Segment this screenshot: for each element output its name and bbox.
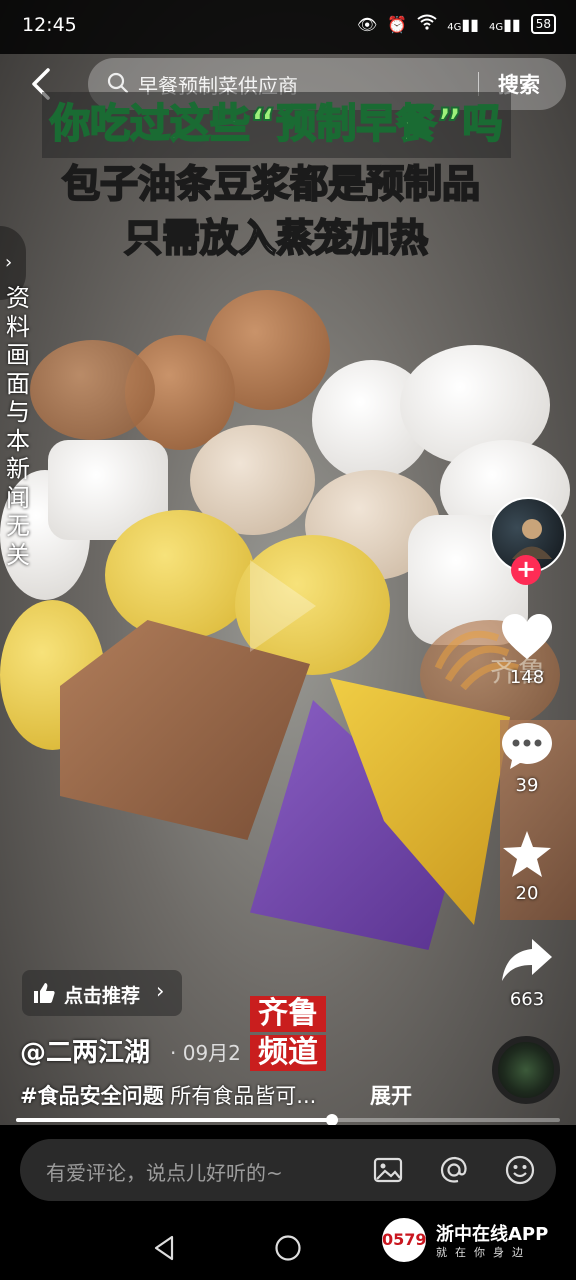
share-icon [502, 939, 552, 981]
status-bar: 12:45 👁 ⏰ 4G▮▮ 4G▮▮ 58 [0, 0, 576, 54]
brand-logo: 0579 [382, 1218, 427, 1262]
share-button[interactable]: 663 [482, 935, 572, 1010]
favorite-count: 20 [515, 883, 539, 904]
heart-icon [502, 614, 552, 659]
battery-icon: 58 [530, 14, 556, 34]
author-name[interactable]: @二两江湖 [20, 1032, 150, 1069]
hashtag-link[interactable]: #食品安全问题 [20, 1084, 164, 1108]
alarm-icon: ⏰ [387, 14, 408, 34]
food-item [105, 510, 255, 640]
wifi-icon [417, 14, 437, 34]
chevron-right-icon: › [5, 252, 13, 273]
share-count: 663 [509, 989, 545, 1010]
thumbs-up-icon [34, 983, 55, 1003]
recommend-button[interactable]: 点击推荐 › [22, 970, 182, 1016]
video-caption-subtitle: 只需放入蒸笼加热 [123, 215, 429, 261]
station-logo: 齐鲁 频道 [250, 996, 326, 1072]
food-item [30, 340, 155, 440]
star-icon [503, 831, 551, 877]
station-logo-line: 频道 [250, 1035, 326, 1071]
signal-icon: 4G▮▮ [488, 14, 521, 34]
recommend-label: 点击推荐 [64, 985, 141, 1007]
status-time: 12:45 [22, 14, 77, 36]
post-date: · 09月2 [170, 1041, 241, 1065]
status-icons: 👁 ⏰ 4G▮▮ 4G▮▮ 58 [357, 14, 556, 34]
like-count: 148 [509, 667, 545, 688]
eye-icon: 👁 [357, 14, 378, 34]
description-text: 所有食品皆可... [163, 1084, 317, 1108]
brand-name: 浙中在线APP [436, 1224, 549, 1245]
signal-icon: 4G▮▮ [447, 14, 479, 34]
brand-slogan: 就在你身边 [436, 1246, 531, 1259]
comment-input[interactable]: 有爱评论，说点儿好听的~ [20, 1139, 556, 1201]
at-mention-icon[interactable] [438, 1154, 470, 1186]
image-icon[interactable] [372, 1154, 404, 1186]
progress-fill [16, 1118, 332, 1122]
nav-back-icon[interactable] [150, 1234, 178, 1262]
follow-button[interactable]: + [511, 555, 541, 585]
comment-button[interactable]: 39 [482, 721, 572, 796]
expand-button[interactable]: 展开 [370, 1080, 412, 1110]
comment-icon [502, 723, 552, 769]
nav-home-icon[interactable] [274, 1234, 302, 1262]
favorite-button[interactable]: 20 [482, 829, 572, 904]
like-button[interactable]: 148 [482, 613, 572, 688]
video-caption-subtitle: 包子油条豆浆都是预制品 [61, 161, 481, 207]
comment-count: 39 [515, 775, 539, 796]
video-caption-title: 你吃过这些“预制早餐”吗 [42, 92, 511, 158]
video-progress-bar[interactable] [16, 1114, 560, 1126]
comment-placeholder: 有爱评论，说点儿好听的~ [46, 1161, 283, 1185]
post-description: #食品安全问题 所有食品皆可... [20, 1080, 316, 1110]
app-screen: 12:45 👁 ⏰ 4G▮▮ 4G▮▮ 58 早餐预制菜供应商 搜索 你吃过这些… [0, 0, 576, 1280]
station-logo-line: 齐鲁 [250, 996, 326, 1032]
play-icon [250, 560, 316, 652]
chevron-right-icon: › [156, 979, 165, 1003]
music-disc[interactable] [492, 1036, 560, 1104]
disclaimer-text: 资料画面与本新闻无关 [6, 284, 30, 569]
emoji-icon[interactable] [504, 1154, 536, 1186]
